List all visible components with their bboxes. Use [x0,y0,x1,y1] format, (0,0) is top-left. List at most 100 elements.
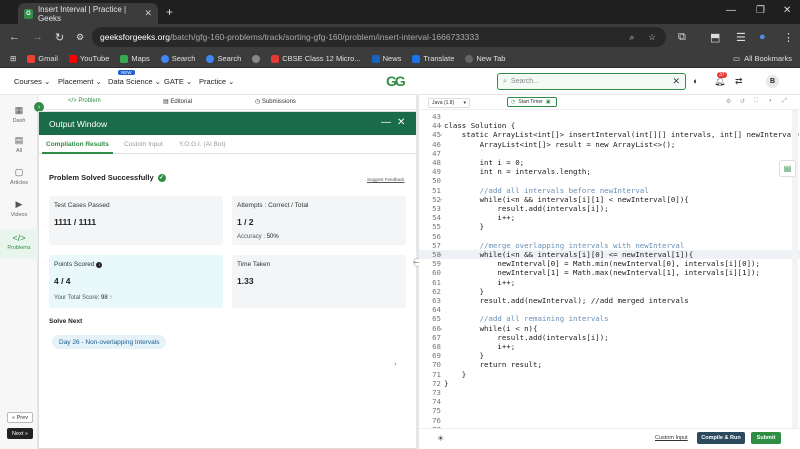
compile-run-button[interactable]: Compile & Run [697,432,745,444]
bulb-icon[interactable]: ☀ [437,434,444,443]
menu-placement[interactable]: Placement ⌄ [58,77,102,86]
bookmark-translate[interactable]: Translate [412,54,454,63]
new-tab-icon[interactable]: + [166,5,173,19]
time-card: Time Taken 1.33 [232,255,406,308]
bookmark-news[interactable]: News [371,54,401,63]
next-button[interactable]: Next » [7,428,33,439]
restore-icon[interactable]: ❐ [756,5,765,16]
menu-practice[interactable]: Practice ⌄ [199,77,234,86]
editor-scrollbar[interactable] [792,110,798,428]
line-number: 61 [432,277,441,287]
clear-search-icon[interactable]: ✕ [672,76,680,87]
menu-courses[interactable]: Courses ⌄ [14,77,50,86]
settings-icon[interactable]: ⚙ [726,98,731,105]
rail-item-articles[interactable]: ▢ Articles [0,167,38,195]
bookmark-search-1[interactable]: Search [160,54,195,63]
avatar[interactable]: B [766,75,779,88]
browser-tab[interactable]: G Insert Interval | Practice | Geeks ✕ [18,3,158,24]
site-search-input[interactable]: ⌕ Search... ✕ [497,73,686,90]
tab-yogi-bot[interactable]: Y.O.G.I. (AI Bot) [179,141,225,148]
expand-icon[interactable]: ⤢ [782,98,787,105]
dark-mode-icon[interactable]: ◐ [693,76,698,86]
tab-custom-input[interactable]: Custom Input [124,141,163,148]
code-editor[interactable]: 43 44 ⌄ class Solution {45 ⌄ static ArrayLis… [419,110,800,428]
profile-icon[interactable]: ● [759,31,766,43]
fullscreen-icon[interactable]: ⛶ [754,98,758,105]
search-placeholder: Search... [510,78,539,85]
translate-icon[interactable]: ⇄ [735,76,743,87]
google-icon [206,54,215,63]
close-tab-icon[interactable]: ✕ [144,8,152,19]
tab-editorial[interactable]: ▤ Editorial [163,98,192,105]
bookmark-globe[interactable] [252,54,261,63]
theme-icon[interactable]: ◑ [768,98,772,104]
language-select[interactable]: Java (1.8) ▾ [428,98,470,108]
bookmark-search-2[interactable]: Search [206,54,241,63]
chat-icon[interactable]: ▤ [779,160,796,177]
back-icon[interactable]: ← [9,31,20,43]
next-problem-chip[interactable]: Day 26 - Non-overlapping Intervals [52,335,167,349]
line-number: 76 [432,415,441,425]
menu-data-science[interactable]: Data Science ⌄ [108,77,161,86]
reset-icon[interactable]: ↺ [740,98,745,105]
line-number: 43 [432,112,441,121]
site-header: Courses ⌄ Placement ⌄ NEW Data Science ⌄ GA… [0,68,800,95]
rail-item-problems[interactable]: </> Problems [0,229,38,259]
url-field[interactable]: geeksforgeeks.org/batch/gfg-160-problems… [92,27,666,47]
minimize-icon[interactable]: — [726,5,736,16]
code-line: i++; [444,213,516,223]
line-number: 51 [432,185,441,195]
accuracy-value: 50% [266,234,279,240]
tab-problem[interactable]: </> Problem [68,98,101,104]
line-number: 74 [432,397,441,407]
tab-compilation-results[interactable]: Compilation Results [42,141,113,154]
forward-icon[interactable]: → [32,31,43,43]
menu-icon[interactable]: ⋮ [783,31,794,44]
fold-icon[interactable]: ⌄ [439,324,443,331]
bookmark-youtube[interactable]: YouTube [68,54,109,63]
rail-item-all[interactable]: ▤ All [0,135,38,163]
folder-icon: ▭ [732,54,741,63]
minimize-output-icon[interactable]: — [381,117,391,128]
extensions-icon[interactable]: ⧉ [678,31,686,44]
info-icon[interactable]: i [96,262,103,268]
menu-gate[interactable]: GATE ⌄ [164,77,192,86]
zoom-icon[interactable]: ⌕ [630,32,635,43]
code-line: i++; [444,277,516,287]
apps-icon[interactable]: ⊞ [10,54,16,63]
points-card: Points Scored i 4 / 4 Your Total Score: 9… [49,255,223,308]
line-number: 65 [432,314,441,324]
feedback-link[interactable]: Suggest Feedback [367,177,405,182]
star-icon[interactable]: ☆ [648,32,656,43]
all-bookmarks[interactable]: ▭ All Bookmarks [733,54,792,63]
close-output-icon[interactable]: ✕ [397,117,405,128]
fold-icon[interactable]: ⌄ [439,130,443,137]
line-number: 70 [432,360,441,370]
close-window-icon[interactable]: ✕ [783,5,791,16]
tab-submissions[interactable]: ◷ Submissions [255,98,296,105]
download-icon[interactable]: ⬒ [710,31,720,44]
rail-item-dash[interactable]: ▦ Dash [0,105,38,133]
bookmark-gmail[interactable]: Gmail [27,54,58,63]
start-timer-button[interactable]: ◷ Start Timer ▣ [507,97,557,107]
fold-icon[interactable]: ⌄ [439,195,443,202]
bookmark-cbse[interactable]: CBSE Class 12 Micro... [271,54,361,63]
bookmark-maps[interactable]: Maps [120,54,150,63]
reload-icon[interactable]: ↻ [55,31,64,44]
rail-item-videos[interactable]: ▶ Videos [0,199,38,227]
gfg-favicon-icon: G [24,8,33,19]
line-number: 53 [432,204,441,213]
submit-button[interactable]: Submit [751,432,781,444]
prev-button[interactable]: « Prev [7,412,33,423]
line-number: 64 [432,305,441,315]
bookmark-newtab[interactable]: New Tab [465,54,505,63]
test-cases-value: 1111 / 1111 [54,217,97,227]
gfg-logo[interactable]: GG [386,73,406,89]
tabsearch-icon[interactable]: ☰ [736,31,746,44]
fold-icon[interactable]: ⌄ [439,121,443,128]
problem-tabs: </> Problem ▤ Editorial ◷ Submissions [38,95,417,110]
site-info-icon[interactable]: ⚙ [76,32,84,43]
fold-icon[interactable]: ⌄ [439,250,443,257]
chevron-right-icon[interactable]: › [394,359,397,368]
custom-input-link[interactable]: Custom Input [655,435,688,441]
